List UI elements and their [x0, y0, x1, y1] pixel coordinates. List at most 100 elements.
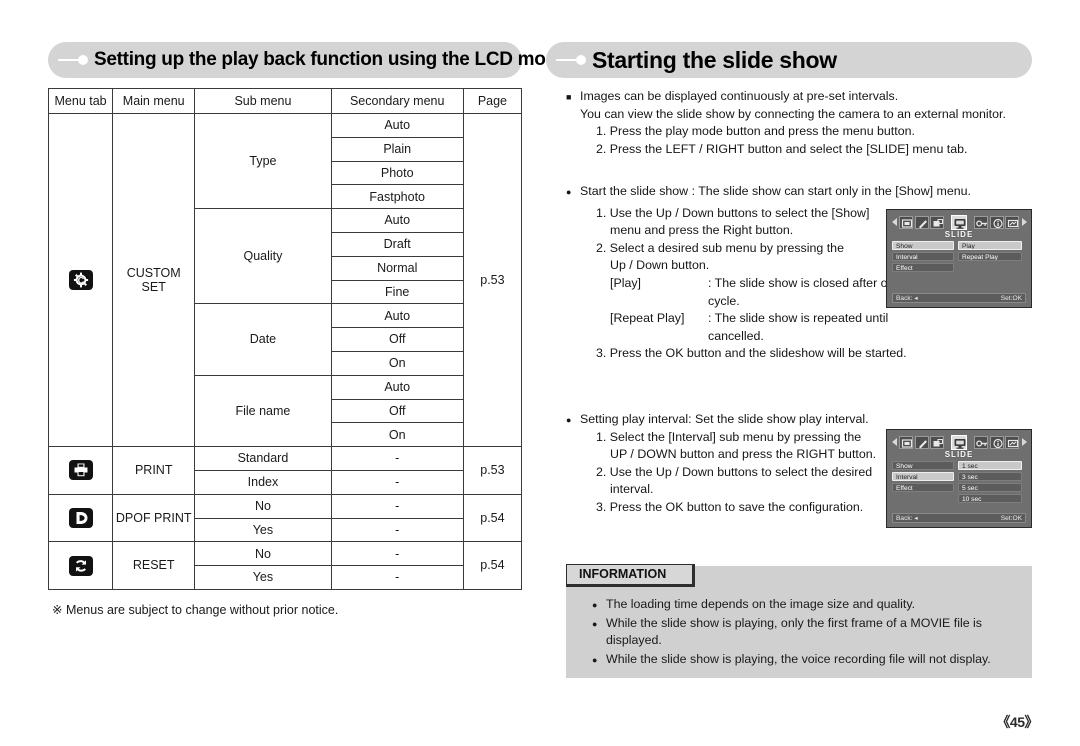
chevron-right-icon[interactable] — [1021, 436, 1028, 448]
lcd-interval-tab-bar — [890, 433, 1028, 451]
main-menu-custom-set: CUSTOM SET — [112, 112, 196, 448]
intro-bullet: Images can be displayed continuously at … — [566, 88, 1030, 158]
lcd-show-option-play[interactable]: Play — [958, 241, 1022, 250]
screen-icon[interactable] — [1005, 435, 1019, 449]
intro-line-2: You can view the slide show by connectin… — [580, 106, 1006, 121]
start-play-value: : The slide show is closed after one — [708, 275, 902, 290]
resize-icon[interactable] — [930, 215, 944, 229]
secondary-type-auto: Auto — [330, 113, 464, 138]
lcd-interval-item-show[interactable]: Show — [892, 461, 954, 470]
information-item-1: The loading time depends on the image si… — [592, 596, 1022, 614]
sub-menu-index: Index — [194, 469, 332, 495]
info-icon[interactable] — [989, 215, 1004, 229]
chevron-right-icon[interactable] — [1021, 216, 1028, 228]
pencil-icon[interactable] — [914, 435, 929, 449]
information-item-2: While the slide show is playing, only th… — [592, 615, 1022, 650]
table-row: C CUSTOM SET Type Auto p.53 — [47, 112, 523, 448]
main-menu-custom-set-line1: CUSTOM — [126, 265, 181, 280]
section-header-right-title: Starting the slide show — [592, 46, 837, 73]
info-icon[interactable] — [989, 435, 1004, 449]
lcd-interval-right-column: 1 sec 3 sec 5 sec 10 sec — [958, 461, 1022, 505]
th-sub-menu: Sub menu — [194, 88, 332, 114]
lcd-interval-item-effect[interactable]: Effect — [892, 483, 954, 492]
main-menu-custom-set-line2: SET — [141, 280, 166, 295]
page-ref-reset: p.54 — [462, 541, 523, 590]
secondary-dpof-yes: - — [330, 517, 464, 543]
secondary-quality-auto: Auto — [330, 208, 464, 233]
information-item-2-line1: While the slide show is playing, only th… — [606, 615, 982, 630]
sub-menu-reset-yes: Yes — [194, 565, 332, 590]
lcd-interval-option-10sec[interactable]: 10 sec — [958, 494, 1022, 503]
lcd-show-item-effect[interactable]: Effect — [892, 263, 954, 272]
start-repeat-def: [Repeat Play] : The slide show is repeat… — [580, 310, 1030, 328]
start-play-key: [Play] — [610, 275, 641, 290]
intro-line-1: Images can be displayed continuously at … — [580, 89, 899, 103]
lcd-interval-item-interval[interactable]: Interval — [892, 472, 954, 481]
intro-step-2: 2. Press the LEFT / RIGHT button and sel… — [596, 141, 968, 156]
picture-icon[interactable] — [899, 215, 913, 229]
th-menu-tab: Menu tab — [47, 88, 114, 114]
lcd-show-title: SLIDE — [944, 230, 974, 239]
table-row: RESET No - p.54 — [47, 541, 523, 590]
information-list: The loading time depends on the image si… — [592, 596, 1022, 669]
main-menu-reset: RESET — [112, 541, 196, 590]
lcd-interval-back-label: Back: ◂ — [896, 515, 918, 522]
picture-icon[interactable] — [899, 435, 913, 449]
sub-menu-date: Date — [194, 303, 332, 376]
start-heading: Start the slide show : The slide show ca… — [580, 184, 971, 198]
information-item-3: While the slide show is playing, the voi… — [592, 651, 1022, 668]
information-panel-title: INFORMATION — [566, 564, 696, 587]
menu-tab-icon-print — [47, 446, 114, 495]
sub-menu-quality: Quality — [194, 208, 332, 305]
main-menu-dpof-print: DPOF PRINT — [112, 493, 196, 543]
table-row: PRINT Standard - p.53 — [47, 446, 523, 495]
table-row: DPOF PRINT No - p.54 — [47, 493, 523, 543]
start-repeat-key: [Repeat Play] — [610, 311, 685, 326]
sub-menu-dpof-no: No — [194, 493, 332, 519]
sub-menu-standard: Standard — [194, 446, 332, 471]
chevron-left-icon[interactable] — [891, 216, 898, 228]
pencil-icon[interactable] — [914, 215, 929, 229]
information-item-2-line2: displayed. — [606, 633, 662, 647]
secondary-reset-no: - — [330, 541, 464, 567]
menu-tab-icon-custom-set: C — [47, 112, 114, 448]
secondary-type-fastphoto: Fastphoto — [330, 184, 464, 210]
key-icon[interactable] — [974, 215, 988, 229]
custom-set-icon: C — [68, 270, 93, 291]
secondary-date-on: On — [330, 350, 464, 376]
lcd-interval-option-1sec[interactable]: 1 sec — [958, 461, 1022, 470]
lcd-interval-set-label: Set:OK — [1000, 515, 1022, 522]
secondary-date-off: Off — [330, 327, 464, 352]
menu-tab-icon-reset — [47, 541, 114, 590]
information-panel: INFORMATION The loading time depends on … — [566, 564, 1032, 678]
table-header-row: Menu tab Main menu Sub menu Secondary me… — [47, 88, 523, 114]
page-number: 《45》 — [996, 714, 1038, 730]
lcd-show-right-column: Play Repeat Play — [958, 241, 1022, 263]
screen-icon[interactable] — [1005, 215, 1019, 229]
secondary-quality-normal: Normal — [330, 255, 464, 281]
monitor-icon[interactable] — [951, 214, 967, 230]
lcd-screenshot-interval: SLIDE Show Interval Effect 1 sec 3 sec 5… — [886, 429, 1032, 528]
intro-step-1: 1. Press the play mode button and press … — [596, 124, 915, 139]
secondary-quality-fine: Fine — [330, 279, 464, 305]
secondary-filename-auto: Auto — [330, 374, 464, 400]
header-lead-icon-right — [546, 42, 592, 78]
lcd-interval-footer: Back: ◂ Set:OK — [892, 513, 1026, 523]
header-lead-icon — [48, 42, 94, 78]
lcd-interval-option-5sec[interactable]: 5 sec — [958, 483, 1022, 492]
lcd-interval-option-3sec[interactable]: 3 sec — [958, 472, 1022, 481]
lcd-interval-title: SLIDE — [944, 450, 974, 459]
chevron-left-icon[interactable] — [891, 436, 898, 448]
resize-icon[interactable] — [930, 435, 944, 449]
lcd-show-item-show[interactable]: Show — [892, 241, 954, 250]
lcd-show-footer: Back: ◂ Set:OK — [892, 293, 1026, 303]
lcd-show-item-interval[interactable]: Interval — [892, 252, 954, 261]
start-step-3: 3. Press the OK button and the slideshow… — [596, 346, 907, 361]
lcd-show-option-repeat-play[interactable]: Repeat Play — [958, 252, 1022, 261]
monitor-icon[interactable] — [951, 434, 967, 450]
secondary-print-standard: - — [330, 446, 464, 471]
page-ref-custom-set: p.53 — [462, 112, 523, 448]
key-icon[interactable] — [974, 435, 988, 449]
start-repeat-value-2: cancelled. — [708, 328, 764, 343]
th-main-menu: Main menu — [112, 88, 196, 114]
